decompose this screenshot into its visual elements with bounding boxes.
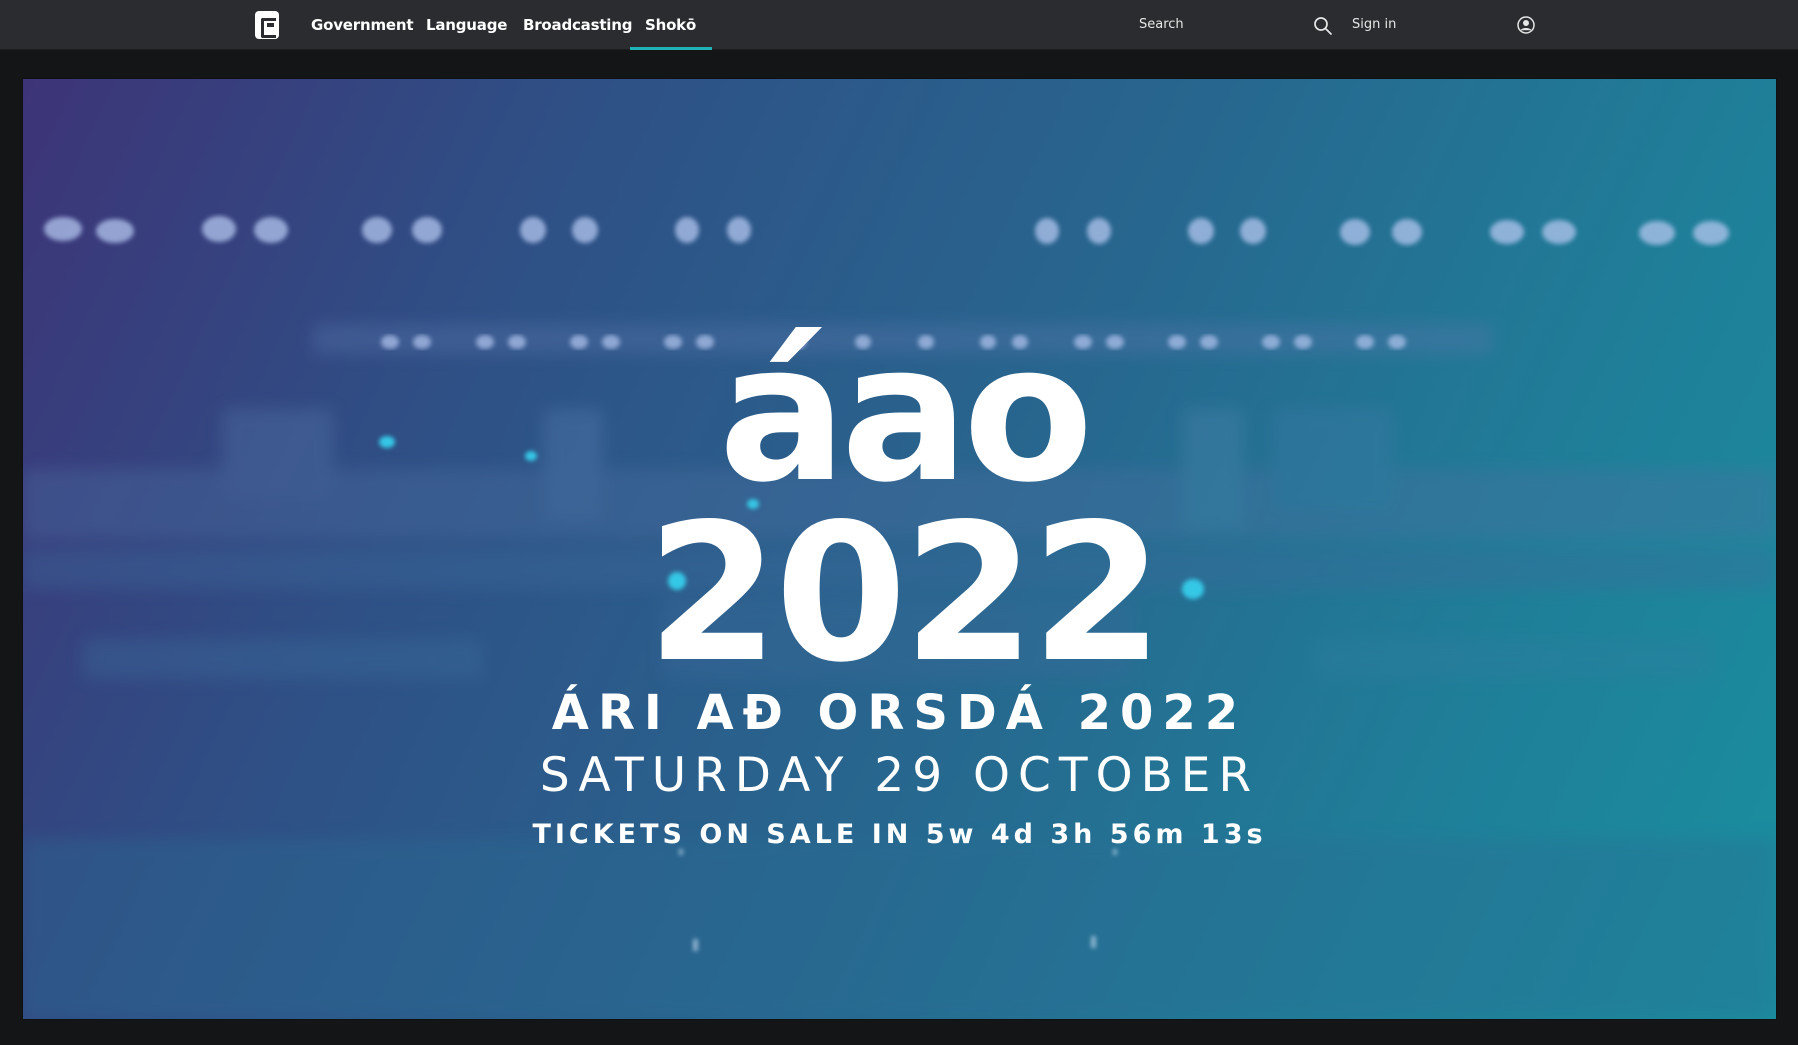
user-account-icon[interactable] xyxy=(1517,16,1535,34)
search-input[interactable]: Search xyxy=(1139,0,1184,50)
site-logo-icon[interactable] xyxy=(255,11,279,39)
nav-item-broadcasting[interactable]: Broadcasting xyxy=(523,0,632,50)
event-logo: áao 2022 xyxy=(647,303,1164,674)
nav-item-government[interactable]: Government xyxy=(311,0,414,50)
nav-item-language[interactable]: Language xyxy=(426,0,507,50)
event-logo-year: 2022 xyxy=(647,483,1160,674)
event-date: SATURDAY 29 OCTOBER xyxy=(539,748,1260,803)
sign-in-link[interactable]: Sign in xyxy=(1352,0,1396,50)
event-headline: ÁRI AÐ ORSDÁ 2022 xyxy=(551,685,1248,741)
top-nav: Government Language Broadcasting Shokō S… xyxy=(0,0,1798,50)
nav-item-shoko[interactable]: Shokō xyxy=(629,0,713,50)
ticket-countdown: TICKETS ON SALE IN 5w 4d 3h 56m 13s xyxy=(532,819,1267,850)
search-icon[interactable] xyxy=(1313,16,1333,36)
hero-banner[interactable]: áao 2022 ÁRI AÐ ORSDÁ 2022 SATURDAY 29 O… xyxy=(23,79,1776,1019)
